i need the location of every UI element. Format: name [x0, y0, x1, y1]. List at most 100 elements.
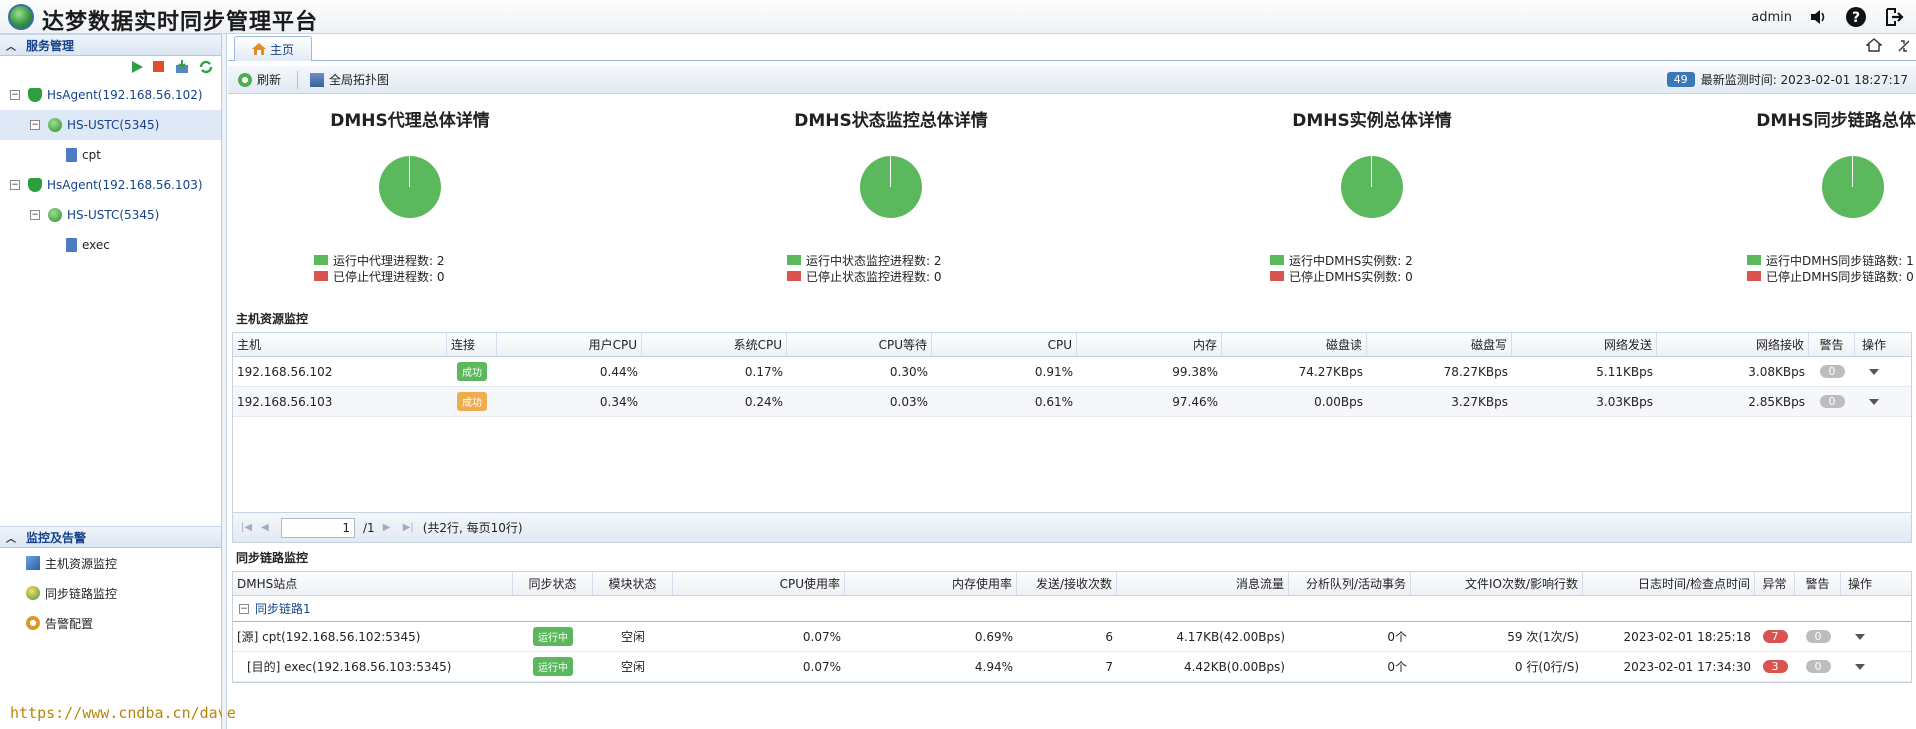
- menu-link-monitor[interactable]: 同步链路监控: [0, 578, 221, 608]
- col-header[interactable]: 磁盘写: [1367, 333, 1512, 356]
- col-header[interactable]: 主机: [233, 333, 447, 356]
- tree-node-label: HS-USTC(5345): [67, 118, 160, 132]
- col-header[interactable]: CPU: [932, 333, 1077, 356]
- help-icon[interactable]: ?: [1844, 5, 1868, 29]
- stop-icon[interactable]: [153, 61, 165, 73]
- legend: 运行中DMHS同步链路数: 1 已停止DMHS同步链路数: 0: [1747, 252, 1914, 284]
- col-header[interactable]: 网络接收: [1657, 333, 1809, 356]
- collapse-icon[interactable]: ︿: [6, 530, 16, 545]
- expand-toggle-icon[interactable]: −: [30, 210, 40, 220]
- monitor-panel-header[interactable]: ︿ 监控及告警: [0, 526, 221, 548]
- cell-disk-read: 74.27KBps: [1298, 364, 1363, 379]
- expand-toggle-icon[interactable]: −: [10, 180, 20, 190]
- main-area: 主页 刷新 全局拓扑图 49 最新监测时间: 2023-02-01 18:27:…: [228, 34, 1916, 729]
- menu-alarm-config[interactable]: 告警配置: [0, 608, 221, 638]
- tree-node-exec[interactable]: exec: [0, 230, 221, 260]
- speaker-icon[interactable]: [1806, 5, 1830, 29]
- cell-log-time: 2023-02-01 18:25:18: [1623, 629, 1751, 644]
- cell-disk-write: 3.27KBps: [1451, 394, 1508, 409]
- link-group-row[interactable]: − 同步链路1: [233, 596, 1911, 622]
- col-header[interactable]: 同步状态: [513, 572, 593, 595]
- error-count-badge[interactable]: 7: [1762, 630, 1788, 643]
- action-dropdown-icon[interactable]: [1855, 663, 1865, 670]
- col-header[interactable]: 网络发送: [1512, 333, 1657, 356]
- cell-host: 192.168.56.102: [237, 364, 333, 379]
- expand-toggle-icon[interactable]: −: [239, 603, 249, 614]
- home-icon[interactable]: [1866, 38, 1882, 52]
- col-header[interactable]: DMHS站点: [233, 572, 513, 595]
- col-header[interactable]: CPU使用率: [673, 572, 845, 595]
- table-row[interactable]: [源] cpt(192.168.56.102:5345) 运行中 空闲 0.07…: [233, 622, 1911, 652]
- col-header[interactable]: 内存使用率: [845, 572, 1017, 595]
- tree-node-agent-103[interactable]: − HsAgent(192.168.56.103): [0, 170, 221, 200]
- col-header[interactable]: 连接: [447, 333, 497, 356]
- col-header[interactable]: 分析队列/活动事务: [1289, 572, 1411, 595]
- deploy-icon[interactable]: [175, 60, 189, 74]
- col-header[interactable]: 警告: [1809, 333, 1855, 356]
- cell-sys-cpu: 0.24%: [744, 394, 783, 409]
- tab-home[interactable]: 主页: [234, 36, 312, 61]
- warning-count-badge[interactable]: 0: [1819, 395, 1845, 408]
- warning-count-badge[interactable]: 0: [1805, 660, 1831, 673]
- col-header[interactable]: 文件IO次数/影响行数: [1411, 572, 1583, 595]
- tree-node-agent-102[interactable]: − HsAgent(192.168.56.102): [0, 80, 221, 110]
- settings-icon[interactable]: [1896, 38, 1912, 54]
- menu-host-monitor[interactable]: 主机资源监控: [0, 548, 221, 578]
- tree-node-instance-103[interactable]: − HS-USTC(5345): [0, 200, 221, 230]
- expand-toggle-icon[interactable]: −: [30, 120, 40, 130]
- col-header[interactable]: 内存: [1077, 333, 1222, 356]
- cell-user-cpu: 0.44%: [599, 364, 638, 379]
- pie-chart[interactable]: [1341, 156, 1403, 218]
- col-header[interactable]: 异常: [1755, 572, 1795, 595]
- col-header[interactable]: 发送/接收次数: [1017, 572, 1117, 595]
- col-header[interactable]: 日志时间/检查点时间: [1583, 572, 1755, 595]
- col-header[interactable]: 用户CPU: [497, 333, 642, 356]
- table-row[interactable]: 192.168.56.103 成功 0.34% 0.24% 0.03% 0.61…: [233, 387, 1911, 417]
- cell-file-io: 59 次(1次/S): [1507, 630, 1579, 644]
- col-header[interactable]: CPU等待: [787, 333, 932, 356]
- instance-icon: [48, 118, 62, 132]
- pie-chart[interactable]: [1822, 156, 1884, 218]
- refresh-button[interactable]: 刷新: [238, 71, 281, 88]
- collapse-icon[interactable]: ︿: [6, 38, 16, 53]
- user-name[interactable]: admin: [1751, 10, 1792, 25]
- warning-count-badge[interactable]: 0: [1819, 365, 1845, 378]
- cell-cpu-usage: 0.07%: [802, 659, 841, 674]
- last-page-icon[interactable]: ▶|: [403, 522, 415, 534]
- service-panel-header[interactable]: ︿ 服务管理: [0, 34, 221, 56]
- pie-chart[interactable]: [860, 156, 922, 218]
- tree-node-instance-102[interactable]: − HS-USTC(5345): [0, 110, 221, 140]
- table-row[interactable]: [目的] exec(192.168.56.103:5345) 运行中 空闲 0.…: [233, 652, 1911, 682]
- pie-chart[interactable]: [379, 156, 441, 218]
- action-dropdown-icon[interactable]: [1869, 398, 1879, 405]
- table-row[interactable]: 192.168.56.102 成功 0.44% 0.17% 0.30% 0.91…: [233, 357, 1911, 387]
- splitter[interactable]: [222, 34, 227, 729]
- col-header[interactable]: 模块状态: [593, 572, 673, 595]
- alert-count-badge[interactable]: 49: [1666, 72, 1695, 87]
- main-toolbar: 刷新 全局拓扑图 49 最新监测时间: 2023-02-01 18:27:17: [228, 66, 1916, 94]
- first-page-icon[interactable]: |◀: [241, 522, 253, 534]
- sync-icon[interactable]: [199, 60, 213, 74]
- col-header[interactable]: 操作: [1855, 333, 1893, 356]
- host-grid-header: 主机 连接 用户CPU 系统CPU CPU等待 CPU 内存 磁盘读 磁盘写 网…: [233, 333, 1911, 357]
- col-header[interactable]: 磁盘读: [1222, 333, 1367, 356]
- home-icon: [251, 43, 266, 55]
- col-header[interactable]: 系统CPU: [642, 333, 787, 356]
- col-header[interactable]: 操作: [1841, 572, 1879, 595]
- topology-button[interactable]: 全局拓扑图: [310, 71, 389, 88]
- start-icon[interactable]: [131, 61, 143, 73]
- cell-queue: 0个: [1387, 660, 1407, 674]
- col-header[interactable]: 警告: [1795, 572, 1841, 595]
- prev-page-icon[interactable]: ◀: [261, 522, 273, 534]
- col-header[interactable]: 消息流量: [1117, 572, 1289, 595]
- action-dropdown-icon[interactable]: [1855, 633, 1865, 640]
- action-dropdown-icon[interactable]: [1869, 368, 1879, 375]
- page-input[interactable]: 1: [281, 517, 355, 538]
- tree-node-cpt[interactable]: cpt: [0, 140, 221, 170]
- warning-count-badge[interactable]: 0: [1805, 630, 1831, 643]
- expand-toggle-icon[interactable]: −: [10, 90, 20, 100]
- cell-queue: 0个: [1387, 630, 1407, 644]
- logout-icon[interactable]: [1882, 5, 1906, 29]
- error-count-badge[interactable]: 3: [1762, 660, 1788, 673]
- next-page-icon[interactable]: ▶: [383, 522, 395, 534]
